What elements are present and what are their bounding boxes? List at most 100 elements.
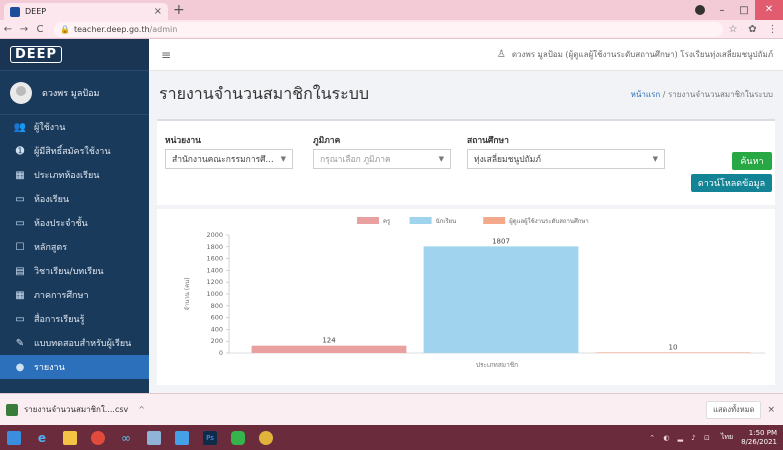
sidebar-item-9[interactable]: ✎ แบบทดสอบสำหรับผู้เรียน — [0, 331, 149, 355]
search-button[interactable]: ค้นหา — [732, 152, 772, 170]
site-favicon-icon — [10, 6, 20, 17]
line-app-icon[interactable] — [224, 425, 252, 450]
downloaded-file-name: รายงานจำนวนสมาชิกใ....csv — [24, 405, 129, 414]
sidebar-item-7[interactable]: ▦ ภาคการศึกษา — [0, 283, 149, 307]
sidebar-item-label: ผู้มีสิทธิ์สมัครใช้งาน — [34, 147, 111, 157]
photos-app-icon[interactable] — [140, 425, 168, 450]
bar-value-label: 1807 — [492, 237, 510, 245]
sidebar-item-8[interactable]: ▭ สื่อการเรียนรู้ — [0, 307, 149, 331]
sidebar-item-10[interactable]: ● รายงาน — [0, 355, 149, 379]
school-select[interactable]: ทุ่งเสลี่ยมชนูปถัมภ์ ▼ — [467, 149, 665, 169]
sidebar-item-6[interactable]: ▤ วิชาเรียน/บทเรียน — [0, 259, 149, 283]
region-select-placeholder: กรุณาเลือก ภูมิภาค — [320, 155, 391, 165]
tab-title: DEEP — [25, 7, 47, 16]
homeroom-icon: ▭ — [15, 217, 25, 229]
forward-icon[interactable]: → — [16, 24, 32, 35]
school-select-value: ทุ่งเสลี่ยมชนูปถัมภ์ — [474, 155, 541, 165]
sidebar-user[interactable]: ดวงพร มูลป้อม — [0, 71, 149, 115]
y-axis-label: จำนวน (คน) — [184, 277, 191, 310]
y-tick-label: 1400 — [206, 266, 223, 274]
filter-panel: หน่วยงาน สำนักงานคณะกรรมการศึ... ▼ ภูมิภ… — [157, 119, 775, 205]
breadcrumb-separator: / — [662, 89, 666, 99]
bar-chart-svg: ครู นักเรียน ผู้ดูแลผู้ใช้งานระดับสถานศึกษ… — [184, 217, 765, 369]
legend-swatch — [483, 217, 506, 224]
hamburger-menu-icon[interactable]: ≡ — [161, 48, 171, 62]
sidebar-item-label: สื่อการเรียนรู้ — [34, 315, 85, 325]
media-icon: ▭ — [15, 313, 25, 325]
agency-select-value: สำนักงานคณะกรรมการศึ... — [172, 155, 274, 165]
browser-menu-icon[interactable]: ⋮ — [768, 24, 778, 35]
minimize-icon[interactable]: – — [711, 5, 733, 16]
calendar-icon: ▦ — [15, 289, 25, 301]
tab-close-icon[interactable]: × — [154, 6, 162, 17]
infinity-app-icon[interactable]: ∞ — [112, 425, 140, 450]
windows-start-icon[interactable] — [0, 425, 28, 450]
new-tab-button[interactable]: + — [173, 3, 185, 17]
browser-tab[interactable]: DEEP × — [4, 3, 168, 20]
x-category-label: ประเภทสมาชิก — [476, 361, 518, 369]
windows-taskbar: e ∞ Ps ⌃ ◐ ▂ ♪ ⊡ ไทย 1:50 PM 8/26/2021 — [0, 425, 783, 450]
back-icon[interactable]: ← — [0, 24, 16, 35]
taskbar-clock[interactable]: 1:50 PM 8/26/2021 — [741, 429, 777, 447]
sidebar-item-4[interactable]: ▭ ห้องประจำชั้น — [0, 211, 149, 235]
close-download-shelf-icon[interactable]: × — [767, 405, 775, 415]
downloaded-file-item[interactable]: รายงานจำนวนสมาชิกใ....csv ^ — [6, 403, 145, 416]
sidebar-item-1[interactable]: ➊ ผู้มีสิทธิ์สมัครใช้งาน — [0, 139, 149, 163]
file-explorer-icon[interactable] — [56, 425, 84, 450]
breadcrumb: หน้าแรก / รายงานจำนวนสมาชิกในระบบ — [631, 88, 773, 101]
input-language[interactable]: ไทย — [721, 432, 733, 443]
report-icon: ● — [15, 361, 25, 373]
y-tick-label: 1000 — [206, 290, 223, 298]
header-user[interactable]: ♙ ดวงพร มูลป้อม (ผู้ดูแลผู้ใช้งานระดับสถ… — [497, 48, 773, 61]
page-titlebar: รายงานจำนวนสมาชิกในระบบ หน้าแรก / รายงาน… — [149, 71, 783, 117]
user-plus-icon: ➊ — [15, 145, 25, 157]
chrome-icon[interactable] — [84, 425, 112, 450]
sidebar-item-2[interactable]: ▦ ประเภทห้องเรียน — [0, 163, 149, 187]
system-tray-icons[interactable]: ⌃ ◐ ▂ ♪ ⊡ — [649, 434, 713, 442]
windows-settings-icon[interactable] — [168, 425, 196, 450]
y-tick-label: 0 — [219, 349, 223, 357]
sidebar-item-label: รายงาน — [34, 363, 65, 373]
show-all-downloads-button[interactable]: แสดงทั้งหมด — [706, 400, 762, 419]
csv-file-icon — [6, 403, 18, 416]
legend-swatch — [357, 217, 379, 224]
region-select[interactable]: กรุณาเลือก ภูมิภาค ▼ — [313, 149, 451, 169]
reload-icon[interactable]: C — [32, 24, 48, 35]
clock-date: 8/26/2021 — [741, 437, 777, 446]
member-chart: ครู นักเรียน ผู้ดูแลผู้ใช้งานระดับสถานศึกษ… — [157, 209, 775, 385]
bookmark-star-icon[interactable]: ☆ — [728, 24, 737, 35]
sidebar-item-3[interactable]: ▭ ห้องเรียน — [0, 187, 149, 211]
photoshop-icon[interactable]: Ps — [196, 425, 224, 450]
window-controls: – □ ✕ — [695, 0, 783, 20]
bar-value-label: 10 — [669, 343, 678, 351]
y-tick-label: 800 — [211, 302, 223, 310]
legend-swatch — [409, 217, 432, 224]
chevron-down-icon: ▼ — [280, 155, 286, 163]
download-data-button[interactable]: ดาวน์โหลดข้อมูล — [691, 174, 772, 192]
chrome-active-icon[interactable] — [252, 425, 280, 450]
y-tick-label: 1800 — [206, 243, 223, 251]
main-content: รายงานจำนวนสมาชิกในระบบ หน้าแรก / รายงาน… — [149, 71, 783, 393]
sidebar-menu: 👥 ผู้ใช้งาน ➊ ผู้มีสิทธิ์สมัครใช้งาน ▦ ประเภท… — [0, 115, 149, 379]
top-header: ≡ ♙ ดวงพร มูลป้อม (ผู้ดูแลผู้ใช้งานระดับ… — [149, 39, 783, 71]
y-tick-label: 1200 — [206, 278, 223, 286]
deep-logo[interactable]: DEEP — [10, 46, 63, 63]
bar-value-label: 124 — [322, 337, 336, 345]
agency-select[interactable]: สำนักงานคณะกรรมการศึ... ▼ — [165, 149, 293, 169]
sidebar-item-5[interactable]: ☐ หลักสูตร — [0, 235, 149, 259]
agency-label: หน่วยงาน — [165, 136, 201, 146]
legend-label: นักเรียน — [436, 217, 457, 225]
sidebar-item-label: หลักสูตร — [34, 243, 68, 253]
extension-icon[interactable]: ✿ — [748, 24, 756, 35]
chevron-up-icon[interactable]: ^ — [138, 405, 145, 414]
breadcrumb-home-link[interactable]: หน้าแรก — [631, 90, 661, 99]
page-title: รายงานจำนวนสมาชิกในระบบ — [159, 83, 369, 103]
maximize-icon[interactable]: □ — [733, 5, 755, 16]
edge-browser-icon[interactable]: e — [28, 425, 56, 450]
url-input[interactable]: 🔒 teacher.deep.go.th/admin — [54, 21, 723, 37]
bar-2 — [595, 352, 751, 353]
sidebar-item-label: ประเภทห้องเรียน — [34, 171, 100, 181]
profile-icon[interactable] — [695, 5, 705, 15]
window-close-icon[interactable]: ✕ — [755, 0, 783, 20]
sidebar-item-0[interactable]: 👥 ผู้ใช้งาน — [0, 115, 149, 139]
